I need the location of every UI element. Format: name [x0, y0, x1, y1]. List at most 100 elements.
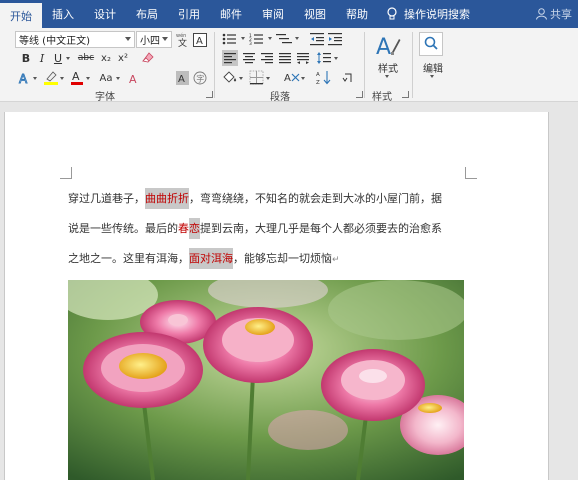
- line-spacing-icon: [317, 52, 331, 64]
- editing-button[interactable]: [419, 32, 443, 56]
- italic-button[interactable]: I: [35, 51, 49, 65]
- chevron-down-icon: [430, 75, 434, 78]
- enclose-characters-button[interactable]: 字: [193, 70, 207, 89]
- search-icon: [424, 36, 438, 50]
- char-shading-icon: A: [176, 71, 189, 85]
- tab-review[interactable]: 审阅: [252, 0, 294, 28]
- styles-icon: A: [376, 35, 401, 60]
- highlighted-text[interactable]: 面对洱海: [189, 248, 233, 269]
- lightbulb-icon: [387, 7, 397, 20]
- svg-text:3: 3: [249, 41, 252, 46]
- shading-button[interactable]: [222, 70, 238, 89]
- phonetic-guide-button[interactable]: wén 文: [176, 32, 190, 51]
- grow-font-button[interactable]: A: [128, 70, 142, 89]
- decrease-indent-icon: [310, 33, 324, 46]
- flower-photo[interactable]: [68, 280, 464, 480]
- svg-text:A: A: [19, 72, 28, 85]
- styles-dialog-launcher[interactable]: [402, 91, 409, 98]
- tab-design[interactable]: 设计: [84, 0, 126, 28]
- align-center-button[interactable]: [241, 50, 257, 70]
- align-center-icon: [243, 53, 255, 64]
- pilcrow-icon: [342, 73, 352, 82]
- chevron-down-icon: [239, 77, 243, 80]
- justify-button[interactable]: [277, 50, 293, 70]
- text-run: 之地之一。这里有洱海，: [68, 252, 189, 265]
- superscript-button[interactable]: x²: [116, 51, 130, 65]
- chevron-down-icon: [268, 37, 272, 40]
- tab-insert[interactable]: 插入: [42, 0, 84, 28]
- chevron-down-icon: [162, 37, 168, 41]
- align-left-button[interactable]: [222, 50, 238, 66]
- share-label: 共享: [550, 8, 572, 21]
- highlighted-text[interactable]: 曲曲折折: [145, 188, 189, 209]
- bullets-button[interactable]: [222, 31, 240, 50]
- font-color-button[interactable]: A: [70, 70, 84, 89]
- show-marks-button[interactable]: [342, 70, 354, 89]
- colored-text[interactable]: 春: [178, 222, 189, 235]
- paragraph-line-2[interactable]: 说是一些传统。最后的春恋提到云南，大理几乎是每个人都必须要去的治愈系: [68, 214, 468, 244]
- font-size-combo[interactable]: 小四: [136, 31, 172, 48]
- borders-button[interactable]: [249, 70, 264, 89]
- asian-layout-button[interactable]: A: [284, 70, 300, 89]
- font-dialog-launcher[interactable]: [206, 91, 213, 98]
- svg-text:A: A: [72, 70, 80, 83]
- group-divider: [364, 32, 365, 98]
- subscript-button[interactable]: x₂: [99, 51, 113, 65]
- paint-bucket-icon: [223, 71, 237, 83]
- tab-home[interactable]: 开始: [0, 3, 42, 28]
- multilevel-list-button[interactable]: [276, 31, 294, 50]
- svg-text:A: A: [376, 35, 391, 60]
- sort-button[interactable]: A Z: [316, 70, 332, 89]
- decrease-indent-button[interactable]: [310, 31, 324, 50]
- underline-button[interactable]: U: [51, 51, 65, 65]
- text-run: 穿过几道巷子，: [68, 192, 145, 205]
- line-spacing-button[interactable]: [316, 50, 332, 70]
- tab-references[interactable]: 引用: [168, 0, 210, 28]
- enclose-characters-icon: 字: [193, 71, 207, 85]
- svg-text:A: A: [284, 73, 291, 84]
- chevron-down-icon: [295, 37, 299, 40]
- char-shading-button[interactable]: A: [176, 70, 189, 89]
- tell-me-search[interactable]: 操作说明搜索: [386, 0, 470, 28]
- paragraph-line-3[interactable]: 之地之一。这里有洱海，面对洱海，能够忘却一切烦恼↵: [68, 244, 468, 275]
- font-name-value: 等线 (中文正文): [19, 36, 90, 47]
- clear-formatting-icon: [142, 52, 154, 63]
- tab-layout[interactable]: 布局: [126, 0, 168, 28]
- text-effects-button[interactable]: A: [18, 70, 31, 89]
- tab-view[interactable]: 视图: [294, 0, 336, 28]
- flower-photo-image: [68, 280, 464, 480]
- change-case-button[interactable]: Aa: [97, 71, 115, 85]
- font-name-combo[interactable]: 等线 (中文正文): [15, 31, 135, 48]
- align-right-button[interactable]: [259, 50, 275, 70]
- ribbon-tab-bar: 开始 插入 设计 布局 引用 邮件 审阅 视图 帮助 操作说明搜索 共享: [0, 0, 578, 28]
- clear-formatting-button[interactable]: [140, 49, 156, 69]
- person-icon: [536, 8, 547, 20]
- group-divider: [412, 32, 413, 98]
- styles-button-label: 样式: [378, 64, 398, 75]
- strikethrough-button[interactable]: abc: [76, 51, 96, 65]
- bullets-icon: [222, 33, 236, 45]
- bold-button[interactable]: B: [19, 51, 33, 65]
- tab-help[interactable]: 帮助: [336, 0, 378, 28]
- document-page[interactable]: 穿过几道巷子，曲曲折折，弯弯绕绕，不知名的就会走到大冰的小屋门前，据 说是一些传…: [4, 112, 549, 480]
- chevron-down-icon: [60, 77, 64, 80]
- highlighter-icon: [44, 71, 58, 85]
- tab-mailings[interactable]: 邮件: [210, 0, 252, 28]
- paragraph-dialog-launcher[interactable]: [356, 91, 363, 98]
- increase-indent-icon: [328, 33, 342, 46]
- increase-indent-button[interactable]: [328, 31, 342, 50]
- highlighted-text[interactable]: 恋: [189, 218, 200, 239]
- share-button[interactable]: 共享: [536, 0, 572, 28]
- chevron-down-icon: [66, 57, 70, 60]
- char-border-button[interactable]: A: [193, 32, 207, 51]
- highlight-color-button[interactable]: [43, 70, 59, 89]
- align-left-icon: [224, 53, 236, 64]
- distributed-button[interactable]: [295, 50, 311, 70]
- chevron-down-icon: [266, 77, 270, 80]
- font-color-icon: A: [71, 70, 83, 85]
- chevron-down-icon: [33, 77, 37, 80]
- numbering-button[interactable]: 1 2 3: [249, 31, 267, 50]
- paragraph-group-label: 段落: [270, 92, 290, 103]
- paragraph-line-1[interactable]: 穿过几道巷子，曲曲折折，弯弯绕绕，不知名的就会走到大冰的小屋门前，据: [68, 184, 468, 214]
- text-run: ，弯弯绕绕，不知名的就会走到大冰的小屋门前，据: [189, 192, 442, 205]
